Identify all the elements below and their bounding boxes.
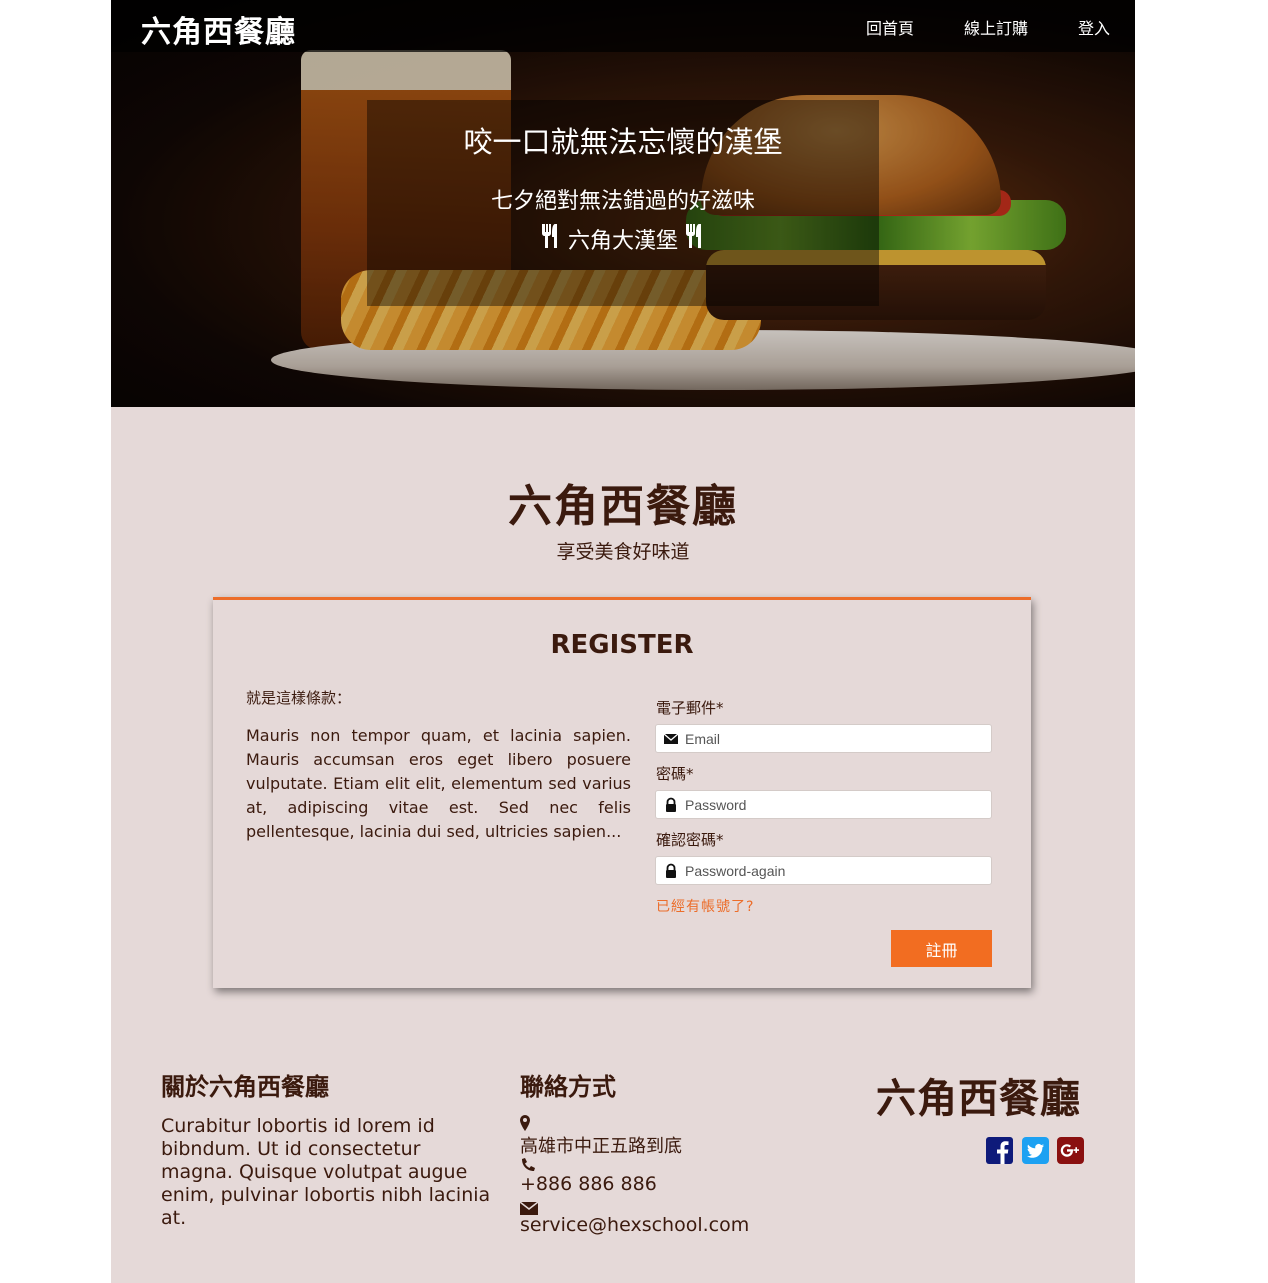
footer-contact-title: 聯絡方式 <box>520 1073 616 1101</box>
facebook-icon[interactable] <box>986 1137 1013 1164</box>
page-title: 六角西餐廳 <box>508 481 738 532</box>
register-card: REGISTER 就是這樣條款： Mauris non tempor quam,… <box>213 597 1031 988</box>
footer-email[interactable]: service@hexschool.com <box>520 1214 749 1236</box>
register-title: REGISTER <box>550 630 694 660</box>
email-label: 電子郵件* <box>656 699 724 717</box>
password-input[interactable] <box>685 794 985 815</box>
hero-subtitle: 七夕絕對無法錯過的好滋味 <box>490 189 755 214</box>
nav-link-home[interactable]: 回首頁 <box>866 15 914 39</box>
confirm-password-input[interactable] <box>685 860 985 881</box>
footer-brand: 六角西餐廳 <box>876 1076 1081 1122</box>
lock-icon <box>663 863 679 879</box>
navbar: 六角西餐廳 回首頁 線上訂購 登入 <box>111 0 1135 52</box>
email-input[interactable] <box>685 728 985 749</box>
footer-address: 高雄市中正五路到底 <box>520 1136 682 1157</box>
hero-tagline: 六角大漢堡 <box>567 229 678 254</box>
page-subtitle: 享受美食好味道 <box>556 541 690 563</box>
confirm-password-label: 確認密碼* <box>656 831 724 849</box>
footer-about-title: 關於六角西餐廳 <box>161 1073 329 1101</box>
google-plus-icon[interactable] <box>1057 1137 1084 1164</box>
navbar-brand[interactable]: 六角西餐廳 <box>141 7 296 51</box>
footer-about-text: Curabitur lobortis id lorem id bibndum. … <box>161 1115 491 1229</box>
nav-link-login[interactable]: 登入 <box>1078 15 1110 39</box>
fork-knife-icon <box>685 224 705 254</box>
page: 六角西餐廳 回首頁 線上訂購 登入 咬一口就無法忘懷的漢堡 七夕絕對無法錯過的好… <box>111 0 1135 1283</box>
nav-link-order-online[interactable]: 線上訂購 <box>964 15 1028 39</box>
envelope-icon <box>663 731 679 747</box>
hero-tagline-row: 六角大漢堡 <box>367 223 879 255</box>
fork-knife-icon <box>541 224 561 254</box>
footer-phone: +886 886 886 <box>520 1173 657 1195</box>
password-label: 密碼* <box>656 765 694 783</box>
hero-caption: 咬一口就無法忘懷的漢堡 七夕絕對無法錯過的好滋味 六角大漢堡 <box>367 100 879 306</box>
terms-body: Mauris non tempor quam, et lacinia sapie… <box>246 726 631 841</box>
register-submit-button[interactable]: 註冊 <box>891 930 992 967</box>
have-account-link[interactable]: 已經有帳號了? <box>656 896 754 916</box>
twitter-icon[interactable] <box>1022 1137 1049 1164</box>
hero-banner: 六角西餐廳 回首頁 線上訂購 登入 咬一口就無法忘懷的漢堡 七夕絕對無法錯過的好… <box>111 0 1135 407</box>
confirm-password-field-wrapper <box>655 856 992 885</box>
hero-title: 咬一口就無法忘懷的漢堡 <box>463 125 783 159</box>
terms-label: 就是這樣條款： <box>246 689 352 707</box>
email-field-wrapper <box>655 724 992 753</box>
password-field-wrapper <box>655 790 992 819</box>
lock-icon <box>663 797 679 813</box>
